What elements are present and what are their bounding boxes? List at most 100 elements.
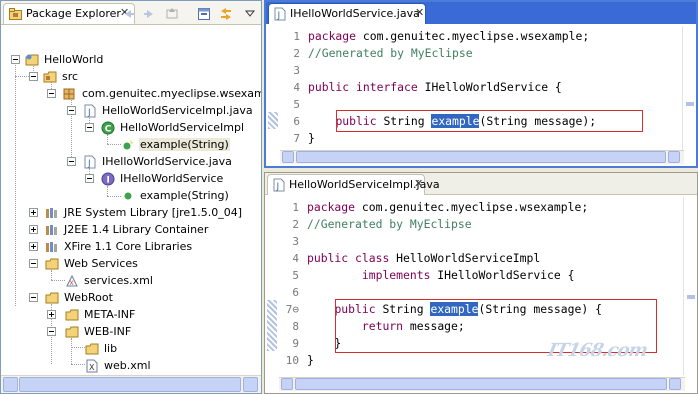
code-token: IHelloWorldService { [417, 80, 562, 94]
tree-item-label: META-INF [84, 308, 136, 321]
library-icon [46, 242, 57, 252]
editor-horizontal-scrollbar[interactable] [279, 377, 685, 391]
folder-icon [65, 309, 79, 321]
occurrence-marker [267, 334, 277, 351]
svg-text:J: J [87, 108, 91, 118]
scroll-right-icon[interactable] [668, 151, 680, 163]
tree-item-label: WebRoot [64, 291, 113, 304]
editor-tab-bar: J IHelloWorldService.java ✕ [266, 2, 696, 24]
code-token: //Generated by MyEclipse [308, 46, 473, 60]
package-explorer-view: Package Explorer ✕ HelloWorld src com.ge… [0, 0, 262, 394]
tree-item-label: HelloWorld [44, 53, 104, 66]
collapse-toggle-icon[interactable] [85, 174, 94, 183]
close-icon[interactable]: ✕ [415, 6, 424, 19]
xml-file-icon: X [86, 359, 98, 373]
collapse-toggle-icon[interactable] [85, 123, 94, 132]
tree-item-label: J2EE 1.4 Library Container [64, 223, 209, 236]
editor-horizontal-scrollbar[interactable] [280, 150, 684, 164]
svg-text:X: X [70, 280, 74, 287]
up-icon[interactable] [163, 5, 181, 23]
tree-item-label: IHelloWorldService [120, 172, 224, 185]
code-line: } [307, 352, 314, 369]
line-number: 5 [293, 98, 300, 111]
collapse-toggle-icon[interactable] [67, 157, 76, 166]
xml-file-icon: X [66, 274, 78, 287]
editor-tab-ihelloworldservice[interactable]: J IHelloWorldService.java ✕ [268, 3, 426, 24]
folder-icon [45, 258, 59, 270]
scroll-left-icon[interactable] [281, 378, 293, 390]
overview-marker [687, 295, 695, 299]
java-file-icon: J [84, 104, 96, 118]
expand-toggle-icon[interactable] [29, 208, 38, 217]
tree-item-label: web.xml [104, 359, 151, 372]
scroll-right-icon[interactable] [243, 377, 258, 392]
collapse-toggle-icon[interactable] [29, 293, 38, 302]
code-line: package com.genuitec.myeclipse.wsexample… [308, 28, 589, 45]
collapse-toggle-icon[interactable] [11, 55, 20, 64]
back-arrow-icon[interactable] [119, 5, 137, 23]
code-token: } [308, 131, 315, 145]
interface-icon: I [101, 172, 115, 186]
collapse-toggle-icon[interactable] [29, 259, 38, 268]
annotation-gutter [265, 197, 279, 375]
code-line: implements IHelloWorldService { [307, 267, 575, 284]
scroll-left-icon[interactable] [282, 151, 294, 163]
scroll-left-icon[interactable] [3, 377, 18, 392]
scrollbar-thumb[interactable] [19, 377, 241, 392]
code-token: class [355, 251, 390, 265]
line-number: 5 [292, 269, 299, 282]
folder-icon [85, 343, 99, 355]
svg-text:J: J [277, 11, 281, 21]
close-icon[interactable]: ✕ [414, 177, 423, 190]
expand-toggle-icon[interactable] [29, 242, 38, 251]
collapse-all-icon[interactable] [195, 5, 213, 23]
expand-toggle-icon[interactable] [47, 310, 56, 319]
editor-tab-label: IHelloWorldService.java [290, 7, 420, 20]
annotation-gutter [266, 26, 280, 150]
tree-item-label: Web Services [64, 257, 138, 270]
line-number: 7 [293, 132, 300, 145]
line-number: 10 [285, 354, 299, 367]
java-file-icon: J [274, 7, 286, 21]
project-tree: HelloWorld src com.genuitec.myeclipse.ws… [1, 44, 261, 374]
forward-arrow-icon[interactable] [141, 5, 159, 23]
tree-item-label: IHelloWorldService.java [102, 155, 232, 168]
tree-item-label: services.xml [84, 274, 153, 287]
editor-ihelloworldservice: J IHelloWorldService.java ✕ 1 package com… [264, 0, 698, 168]
occurrence-marker [267, 317, 277, 334]
horizontal-scrollbar[interactable] [1, 375, 261, 393]
scrollbar-thumb[interactable] [296, 151, 666, 163]
collapse-toggle-icon[interactable] [47, 327, 56, 336]
package-explorer-icon [9, 8, 22, 20]
svg-text:J: J [276, 182, 280, 192]
package-explorer-tab[interactable]: Package Explorer ✕ [3, 3, 135, 24]
tree-item-label: example(String) [139, 138, 230, 151]
collapse-toggle-icon[interactable] [47, 89, 56, 98]
overview-ruler [683, 197, 697, 375]
view-menu-icon[interactable] [241, 5, 259, 23]
code-token: public [308, 80, 350, 94]
collapse-toggle-icon[interactable] [29, 72, 38, 81]
watermark-logo: IT168.com [545, 340, 649, 361]
library-icon [46, 208, 57, 218]
expand-toggle-icon[interactable] [29, 225, 38, 234]
code-line: package com.genuitec.myeclipse.wsexample… [307, 199, 588, 216]
overview-marker [686, 102, 694, 106]
svg-text:X: X [89, 363, 95, 372]
line-number: 2 [292, 218, 299, 231]
collapse-toggle-icon[interactable] [67, 106, 76, 115]
editor-tab-helloworldserviceimpl[interactable]: J HelloWorldServiceImpl.java ✕ [267, 174, 440, 195]
code-token: public [307, 251, 349, 265]
scrollbar-thumb[interactable] [295, 378, 667, 390]
code-line: public interface IHelloWorldService { [308, 79, 562, 96]
occurrence-marker [268, 112, 278, 129]
link-with-editor-icon[interactable] [217, 5, 235, 23]
line-number: 2 [293, 47, 300, 60]
tree-item-label: XFire 1.1 Core Libraries [64, 240, 193, 253]
tree-item-label: com.genuitec.myeclipse.wsexample [82, 87, 261, 100]
package-explorer-header: Package Explorer ✕ [1, 1, 261, 25]
scroll-right-icon[interactable] [669, 378, 681, 390]
